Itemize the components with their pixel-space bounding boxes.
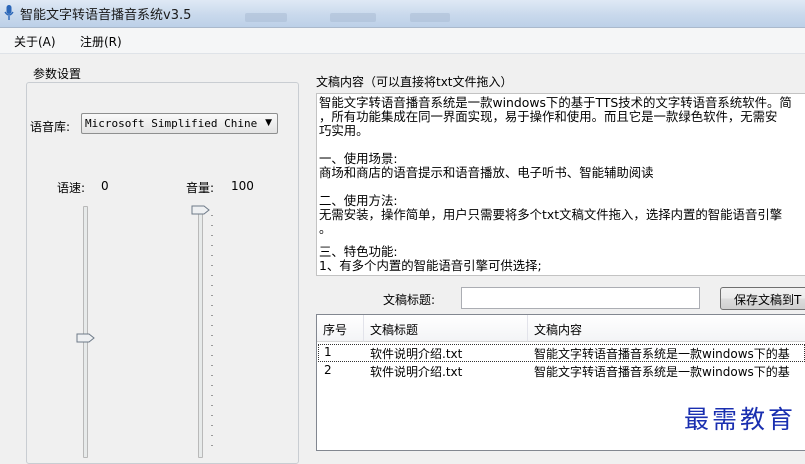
menu-about[interactable]: 关于(A) [14, 33, 56, 50]
save-to-button-label: 保存文稿到T [734, 293, 802, 307]
voice-select-value: Microsoft Simplified Chine [85, 117, 258, 130]
content-label: 文稿内容（可以直接将txt文件拖入） [316, 75, 513, 89]
voice-label: 语音库: [30, 120, 71, 134]
column-header-label: 序号 [323, 323, 348, 337]
content-line: 商场和商店的语音提示和语音播放、电子听书、智能辅助阅读 [319, 165, 654, 180]
content-line: 一、使用场景: [319, 151, 398, 166]
column-header-label: 文稿标题 [370, 323, 419, 337]
row-index: 1 [324, 345, 332, 359]
speed-value: 0 [101, 179, 109, 193]
row-title: 软件说明介绍.txt [370, 347, 463, 361]
row-content: 智能文字转语音播音系统是一款windows下的基 [534, 347, 790, 361]
content-line: 智能文字转语音播音系统是一款windows下的基于TTS技术的文字转语音系统软件… [319, 95, 792, 110]
row-index: 2 [324, 363, 332, 377]
window-title: 智能文字转语音播音系统v3.5 [20, 8, 192, 23]
column-header-index[interactable]: 序号 [317, 315, 364, 342]
content-line: 二、使用方法: [319, 193, 398, 208]
titlebar-decoration [330, 13, 376, 22]
content-line: 巧实用。 [319, 123, 369, 138]
params-groupbox [26, 82, 299, 464]
row-content: 智能文字转语音播音系统是一款windows下的基 [534, 365, 790, 379]
table-row[interactable]: 1 软件说明介绍.txt 智能文字转语音播音系统是一款windows下的基 [318, 344, 805, 362]
title-bar: 智能文字转语音播音系统v3.5 [0, 0, 805, 28]
column-header-label: 文稿内容 [534, 323, 583, 337]
row-title: 软件说明介绍.txt [370, 365, 463, 379]
content-line: 三、特色功能: [319, 244, 398, 259]
content-textarea[interactable]: 智能文字转语音播音系统是一款windows下的基于TTS技术的文字转语音系统软件… [316, 93, 805, 276]
doc-title-input[interactable] [461, 287, 700, 309]
content-line: 无需安装，操作简单，用户只需要将多个txt文稿文件拖入，选择内置的智能语音引擎 [319, 207, 783, 222]
titlebar-decoration [410, 13, 450, 22]
speed-slider-track[interactable] [83, 206, 88, 458]
content-line: 。 [319, 221, 332, 236]
column-header-title[interactable]: 文稿标题 [364, 315, 528, 342]
save-to-button[interactable]: 保存文稿到T [720, 287, 805, 310]
params-group-title: 参数设置 [30, 65, 85, 82]
speed-label: 语速: [57, 181, 86, 195]
titlebar-decoration [245, 13, 287, 22]
microphone-icon [4, 5, 14, 20]
volume-label: 音量: [186, 181, 215, 195]
volume-tick-marks [211, 215, 213, 449]
column-header-content[interactable]: 文稿内容 [528, 315, 805, 342]
menu-register[interactable]: 注册(R) [80, 33, 122, 50]
chevron-down-icon: ▼ [265, 118, 272, 128]
doc-title-label: 文稿标题: [383, 293, 436, 307]
speed-slider-thumb[interactable] [76, 333, 95, 343]
content-line: ，所有功能集成在同一界面实现，易于操作和使用。而且它是一款绿色软件，无需安 [319, 109, 778, 124]
volume-value: 100 [231, 179, 254, 193]
volume-slider-track[interactable] [198, 206, 203, 458]
volume-slider-thumb[interactable] [191, 205, 210, 215]
content-line: 1、有多个内置的智能语音引擎可供选择; [319, 258, 542, 273]
table-row[interactable]: 2 软件说明介绍.txt 智能文字转语音播音系统是一款windows下的基 [318, 362, 805, 380]
watermark: 最需教育 [684, 405, 797, 434]
menu-bar: 关于(A) 注册(R) [0, 28, 805, 54]
voice-select[interactable]: Microsoft Simplified Chine ▼ [81, 113, 278, 134]
